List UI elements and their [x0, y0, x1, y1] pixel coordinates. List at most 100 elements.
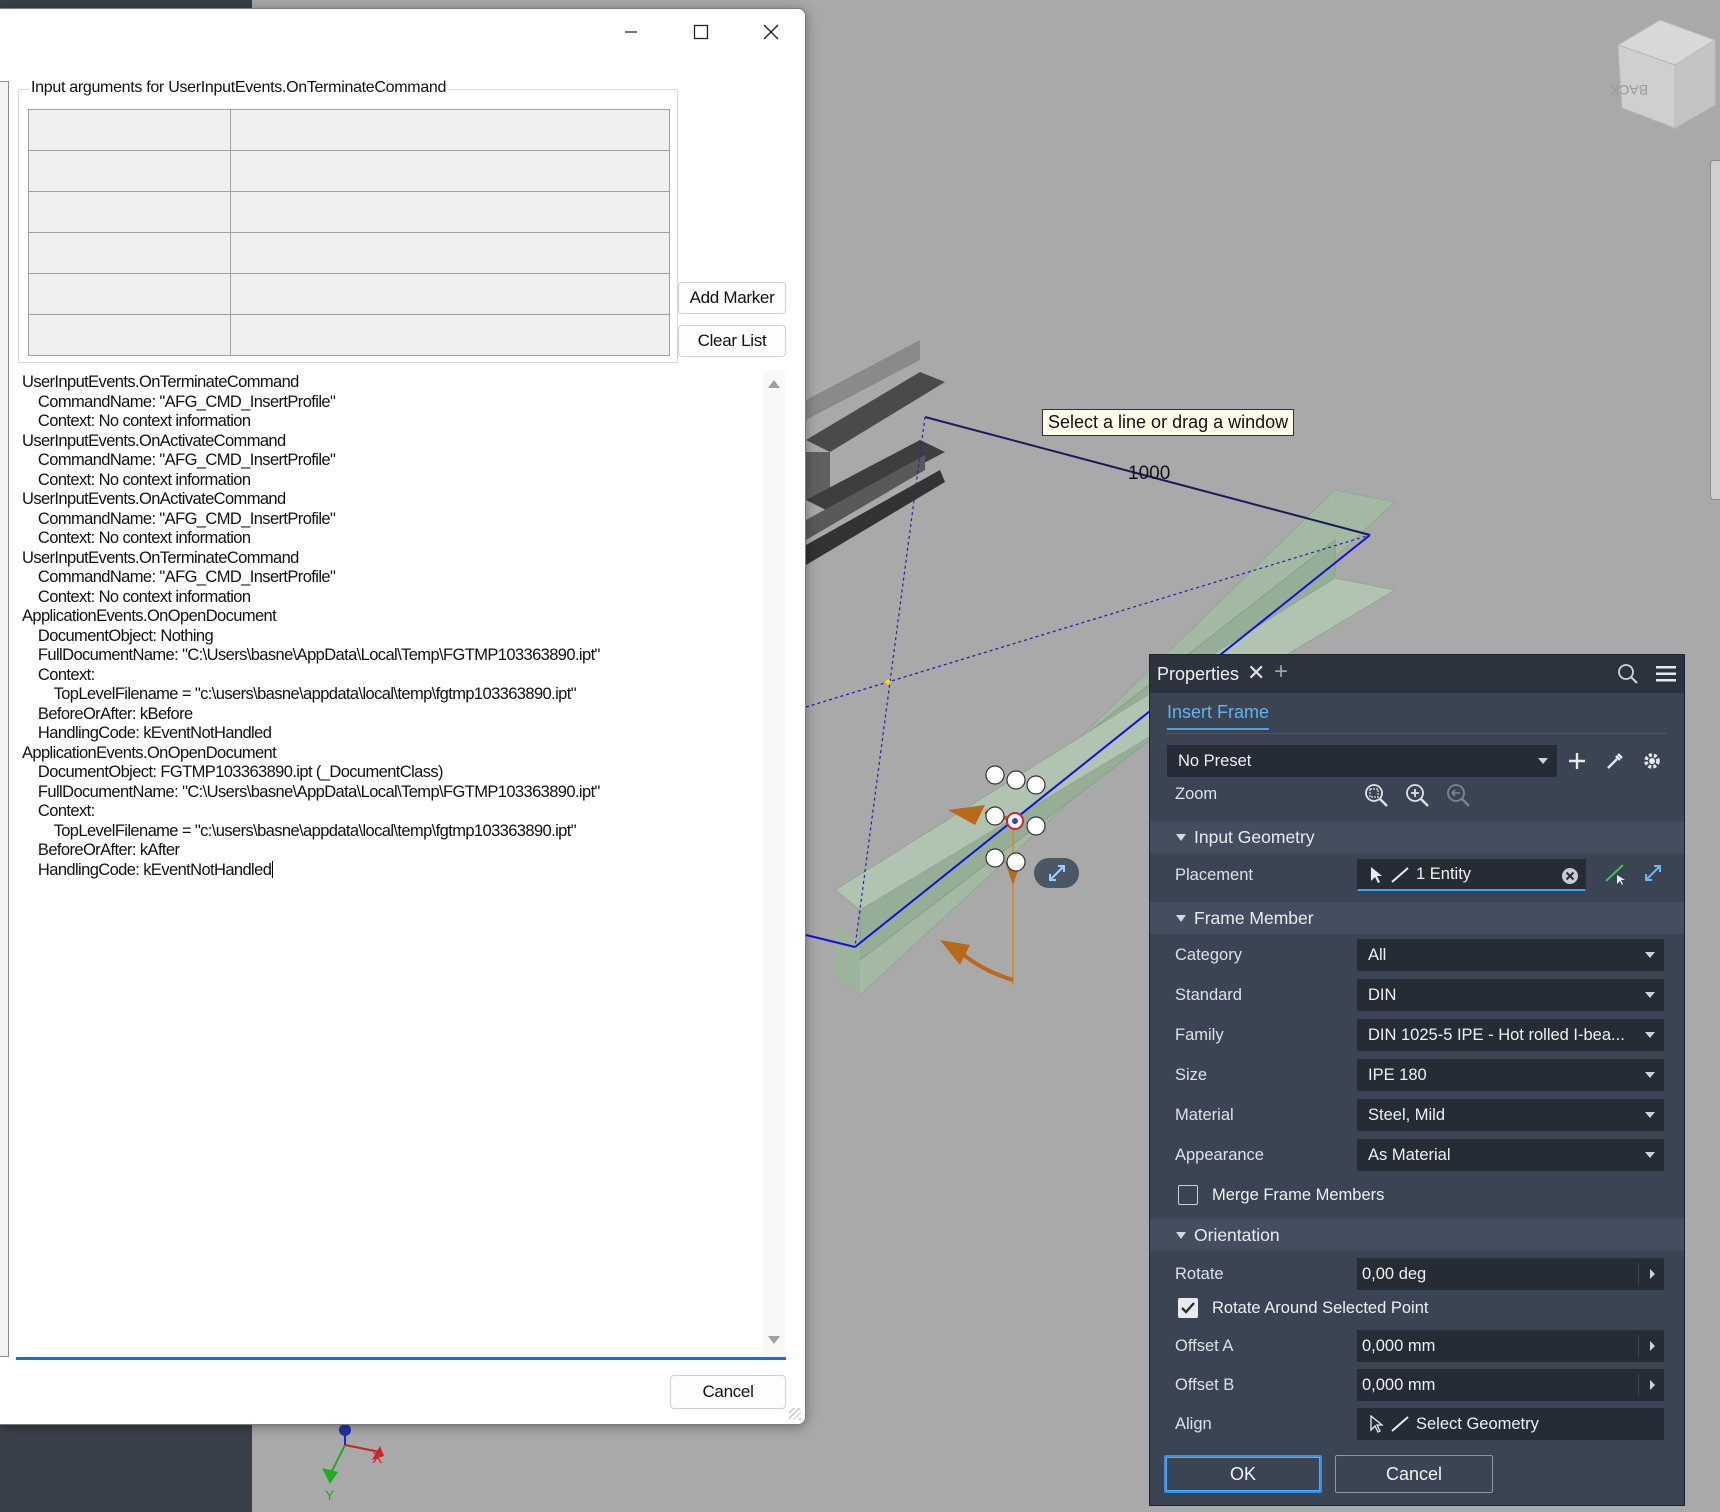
table-row[interactable] [28, 314, 670, 356]
select-line-icon[interactable] [1603, 861, 1627, 885]
log-line: HandlingCode: kEventNotHandled [22, 860, 274, 879]
grid-cell[interactable] [230, 109, 670, 151]
resize-grip-icon[interactable] [789, 1408, 801, 1420]
log-line: ApplicationEvents.OnOpenDocument [22, 607, 277, 625]
preset-dropdown[interactable]: No Preset [1167, 745, 1557, 777]
log-line: ApplicationEvents.OnOpenDocument [22, 743, 277, 762]
clear-selection-icon[interactable] [1561, 867, 1579, 885]
zoom-in-icon[interactable] [1404, 782, 1430, 808]
merge-frame-members-checkbox[interactable] [1178, 1185, 1198, 1205]
rotate-around-point-label: Rotate Around Selected Point [1212, 1299, 1429, 1317]
close-icon[interactable]: ✕ [1247, 660, 1265, 686]
standard-dropdown[interactable]: DIN [1357, 979, 1664, 1011]
placement-value: 1 Entity [1416, 865, 1472, 883]
standard-value: DIN [1368, 985, 1397, 1004]
table-row[interactable] [28, 109, 670, 151]
placement-label: Placement [1175, 866, 1253, 884]
grid-cell[interactable] [28, 150, 231, 192]
arguments-grid[interactable] [28, 109, 670, 356]
maximize-button[interactable] [666, 9, 736, 55]
cancel-button[interactable]: Cancel [1335, 1455, 1493, 1493]
grid-cell[interactable] [230, 232, 670, 274]
log-line: CommandName: "AFG_CMD_InsertProfile" [22, 392, 336, 411]
log-scrollbar[interactable] [763, 370, 785, 1357]
section-orientation[interactable]: Orientation [1150, 1219, 1684, 1251]
standard-label: Standard [1175, 986, 1242, 1004]
table-row[interactable] [28, 150, 670, 192]
log-line: FullDocumentName: "C:\Users\basne\AppDat… [22, 782, 601, 801]
close-button[interactable] [736, 9, 805, 55]
table-row[interactable] [28, 232, 670, 274]
dimension-value[interactable]: 1000 [1128, 463, 1170, 485]
grid-cell[interactable] [230, 191, 670, 233]
size-value: IPE 180 [1368, 1065, 1427, 1084]
log-line: UserInputEvents.OnActivateCommand [22, 490, 286, 508]
properties-header[interactable]: Properties ✕ + [1150, 655, 1684, 693]
zoom-previous-icon[interactable] [1445, 782, 1471, 808]
grid-cell[interactable] [28, 314, 231, 356]
log-line: CommandName: "AFG_CMD_InsertProfile" [22, 568, 336, 586]
gear-icon[interactable] [1642, 751, 1662, 771]
title-bar[interactable] [0, 9, 805, 55]
browser-collapse-tab[interactable] [1710, 160, 1720, 500]
properties-title: Properties [1157, 664, 1240, 684]
table-row[interactable] [28, 191, 670, 233]
family-dropdown[interactable]: DIN 1025-5 IPE - Hot rolled I-bea... [1357, 1019, 1664, 1051]
section-input-geometry[interactable]: Input Geometry [1150, 821, 1684, 853]
grid-cell[interactable] [28, 109, 231, 151]
offset-a-input[interactable]: 0,000 mm [1357, 1330, 1664, 1362]
rotate-input[interactable]: 0,00 deg [1357, 1258, 1664, 1290]
eyedropper-icon[interactable] [1605, 751, 1625, 771]
material-dropdown[interactable]: Steel, Mild [1357, 1099, 1664, 1131]
close-icon [763, 24, 779, 40]
search-icon[interactable] [1617, 663, 1639, 685]
maximize-icon [693, 24, 709, 40]
zoom-fit-icon[interactable] [1363, 782, 1389, 808]
input-separator [1638, 1374, 1639, 1396]
event-log-textbox[interactable]: UserInputEvents.OnTerminateCommand Comma… [16, 370, 786, 1360]
grid-cell[interactable] [230, 150, 670, 192]
size-dropdown[interactable]: IPE 180 [1357, 1059, 1664, 1091]
add-tab-icon[interactable]: + [1274, 658, 1288, 686]
scroll-up-arrow-icon[interactable] [768, 380, 780, 388]
section-frame-member[interactable]: Frame Member [1150, 902, 1684, 934]
clear-list-button[interactable]: Clear List [678, 325, 786, 357]
table-row[interactable] [28, 273, 670, 315]
offset-b-value: 0,000 mm [1362, 1375, 1436, 1394]
rotate-around-point-checkbox[interactable] [1178, 1298, 1198, 1318]
appearance-value: As Material [1368, 1145, 1451, 1164]
grid-cell[interactable] [28, 273, 231, 315]
view-cube[interactable]: BACK [1609, 19, 1717, 129]
category-dropdown[interactable]: All [1357, 939, 1664, 971]
minimize-button[interactable] [596, 9, 666, 55]
add-preset-icon[interactable] [1567, 751, 1587, 771]
align-selector[interactable]: Select Geometry [1357, 1408, 1664, 1440]
log-line: BeforeOrAfter: kBefore [22, 704, 193, 723]
add-marker-button[interactable]: Add Marker [678, 282, 786, 314]
dialog-client-area: Input arguments for UserInputEvents.OnTe… [0, 55, 805, 1424]
svg-text:BACK: BACK [1609, 82, 1648, 98]
grid-cell[interactable] [230, 273, 670, 315]
log-line: CommandName: "AFG_CMD_InsertProfile" [22, 451, 336, 469]
dialog-cancel-button[interactable]: Cancel [670, 1375, 786, 1409]
family-value: DIN 1025-5 IPE - Hot rolled I-bea... [1368, 1025, 1625, 1044]
hamburger-menu-icon[interactable] [1655, 665, 1677, 683]
grid-cell[interactable] [28, 191, 231, 233]
placement-selector[interactable]: 1 Entity [1357, 859, 1586, 891]
chevron-right-icon[interactable] [1650, 1380, 1655, 1390]
offset-b-input[interactable]: 0,000 mm [1357, 1369, 1664, 1401]
grid-cell[interactable] [28, 232, 231, 274]
section-title: Input Geometry [1194, 826, 1315, 847]
collapse-triangle-icon [1176, 833, 1186, 841]
appearance-dropdown[interactable]: As Material [1357, 1139, 1664, 1171]
chevron-right-icon[interactable] [1650, 1341, 1655, 1351]
grid-cell[interactable] [230, 314, 670, 356]
scroll-down-arrow-icon[interactable] [768, 1336, 780, 1344]
chevron-down-icon [1645, 1032, 1655, 1038]
chevron-right-icon[interactable] [1650, 1269, 1655, 1279]
flip-direction-icon[interactable] [1641, 861, 1665, 885]
tab-insert-frame[interactable]: Insert Frame [1167, 702, 1270, 730]
log-line: Context: No context information [22, 529, 251, 547]
existing-dark-beam [806, 340, 945, 565]
ok-button[interactable]: OK [1164, 1455, 1322, 1493]
